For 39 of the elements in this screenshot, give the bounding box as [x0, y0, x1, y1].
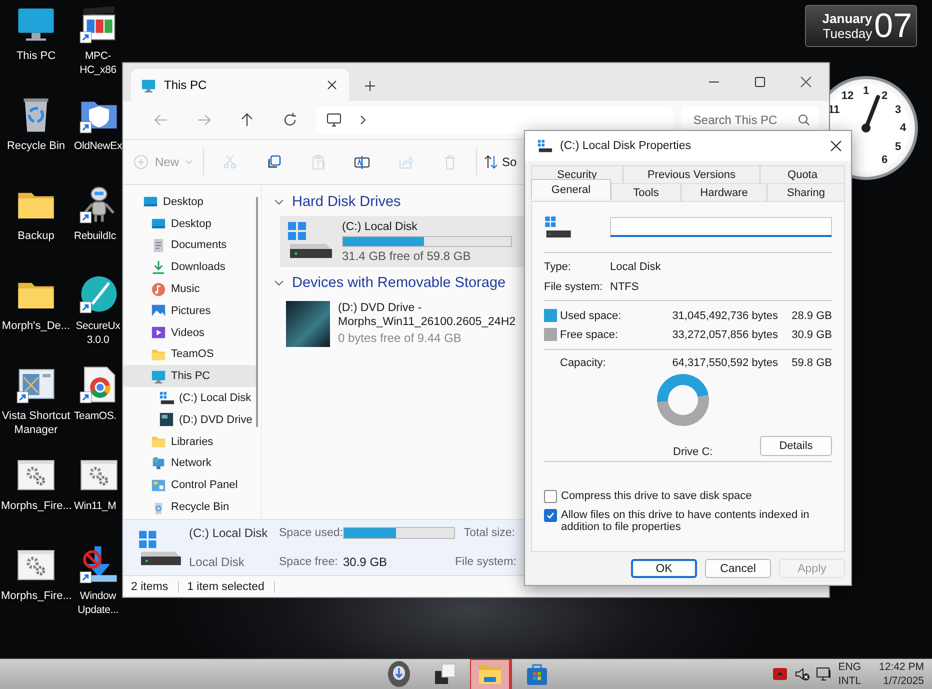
item-count: 2 items: [123, 580, 180, 592]
drive-type: Local Disk: [189, 554, 246, 569]
byte-count: 31,045,492,736 bytes: [671, 310, 778, 322]
drive-space-text: 0 bytes free of 9.44 GB: [338, 331, 462, 345]
dialog-title: (C:) Local Disk Properties: [560, 140, 692, 152]
option-label: Allow files on this drive to have contents indexed in addition to file properties: [561, 509, 810, 533]
clock-numeral: 4: [898, 122, 908, 134]
property-value: NTFS: [610, 281, 640, 293]
field-label: Space free:: [279, 556, 339, 568]
selection-count: 1 item selected: [179, 580, 276, 592]
day-number: 07: [874, 7, 912, 45]
clock-numeral: 2: [880, 90, 889, 102]
clock-numeral: 12: [840, 90, 855, 102]
drive-name: (D:) DVD Drive - Morphs_Win11_26100.2605_24H2: [338, 301, 517, 329]
property-label: File system:: [544, 281, 604, 293]
drive-space-text: 31.4 GB free of 59.8 GB: [342, 249, 472, 263]
clock-numeral: 6: [880, 154, 889, 166]
size-value: 30.9 GB: [790, 328, 832, 340]
space-label: Free space:: [560, 328, 620, 340]
drive-label: Drive C:: [673, 446, 713, 458]
clock-numeral: 1: [862, 85, 870, 97]
byte-count: 33,272,057,856 bytes: [671, 328, 778, 340]
clock-numeral: 3: [894, 104, 902, 116]
field-label: Total size:: [462, 527, 515, 540]
field-label: Space used:: [279, 527, 343, 540]
drive-name: (C:) Local Disk: [342, 220, 418, 234]
byte-count: 64,317,550,592 bytes: [671, 357, 778, 369]
capacity-label: Capacity:: [560, 357, 607, 369]
field-label: File system:: [455, 556, 515, 568]
size-value: 28.9 GB: [790, 310, 832, 322]
option-label: Compress this drive to save disk space: [561, 490, 752, 502]
drive-name: (C:) Local Disk: [189, 526, 269, 540]
property-value: Local Disk: [610, 261, 662, 273]
space-label: Used space:: [560, 310, 622, 322]
month-label: January: [822, 11, 872, 26]
field-value: 30.9 GB: [343, 554, 388, 569]
size-value: 59.8 GB: [790, 357, 832, 369]
clock-numeral: 5: [894, 140, 902, 152]
weekday-label: Tuesday: [822, 26, 872, 41]
